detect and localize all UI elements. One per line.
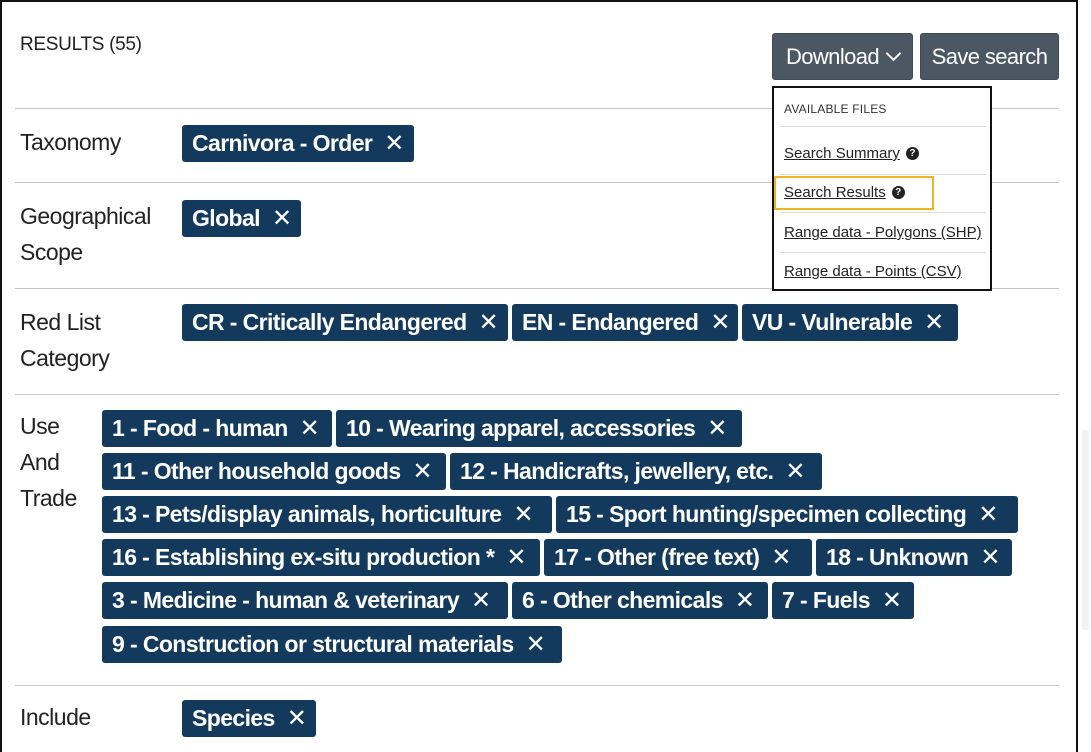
chip-label: EN - Endangered bbox=[522, 309, 699, 335]
close-icon[interactable]: ✕ bbox=[924, 310, 944, 335]
close-icon[interactable]: ✕ bbox=[771, 545, 791, 570]
close-icon[interactable]: ✕ bbox=[526, 632, 546, 657]
use-label-line1: Use bbox=[20, 413, 60, 439]
close-icon[interactable]: ✕ bbox=[513, 502, 533, 527]
taxonomy-label: Taxonomy bbox=[20, 129, 121, 155]
divider bbox=[780, 212, 986, 213]
close-icon[interactable]: ✕ bbox=[287, 706, 307, 731]
divider bbox=[780, 126, 986, 127]
close-icon[interactable]: ✕ bbox=[300, 416, 320, 441]
filter-chip[interactable]: 17 - Other (free text) ✕ bbox=[544, 539, 812, 576]
include-label: Include bbox=[20, 704, 91, 730]
dropdown-header: AVAILABLE FILES bbox=[784, 102, 887, 116]
chip-label: 6 - Other chemicals bbox=[522, 587, 723, 613]
results-panel: RESULTS (55) Download Save search Taxono… bbox=[0, 0, 1078, 752]
use-label-line2: And bbox=[20, 449, 60, 475]
filter-chip[interactable]: 7 - Fuels ✕ bbox=[772, 582, 914, 619]
menu-item-label: Search Summary bbox=[784, 145, 900, 162]
chip-label: 1 - Food - human bbox=[112, 415, 288, 441]
close-icon[interactable]: ✕ bbox=[384, 131, 404, 156]
chip-label: 12 - Handicrafts, jewellery, etc. bbox=[460, 458, 774, 484]
save-search-button[interactable]: Save search bbox=[920, 33, 1059, 80]
close-icon[interactable]: ✕ bbox=[272, 206, 292, 231]
chip-label: Species bbox=[192, 705, 275, 731]
filter-chip[interactable]: Global ✕ bbox=[182, 200, 302, 237]
menu-item-search-results[interactable]: Search Results? bbox=[784, 184, 905, 201]
chip-label: 16 - Establishing ex-situ production * bbox=[112, 544, 495, 570]
chip-label: 17 - Other (free text) bbox=[554, 544, 760, 570]
filter-chip[interactable]: CR - Critically Endangered ✕ bbox=[182, 304, 508, 341]
filter-chip[interactable]: 3 - Medicine - human & veterinary ✕ bbox=[102, 582, 508, 619]
chip-label: 3 - Medicine - human & veterinary bbox=[112, 587, 460, 613]
close-icon[interactable]: ✕ bbox=[413, 459, 433, 484]
close-icon[interactable]: ✕ bbox=[506, 545, 526, 570]
chip-label: 10 - Wearing apparel, accessories bbox=[346, 415, 696, 441]
use-label-line3: Trade bbox=[20, 485, 77, 511]
chip-label: VU - Vulnerable bbox=[752, 309, 913, 335]
divider bbox=[780, 252, 986, 253]
redlist-label-line1: Red List bbox=[20, 309, 101, 335]
chip-label: 7 - Fuels bbox=[782, 587, 871, 613]
filter-chip[interactable]: 9 - Construction or structural materials… bbox=[102, 626, 562, 663]
filter-chip[interactable]: 11 - Other household goods ✕ bbox=[102, 453, 446, 490]
help-icon[interactable]: ? bbox=[891, 186, 905, 199]
filter-chip[interactable]: 13 - Pets/display animals, horticulture … bbox=[102, 496, 552, 533]
close-icon[interactable]: ✕ bbox=[479, 310, 499, 335]
scrollbar[interactable] bbox=[1080, 0, 1091, 752]
filter-chip[interactable]: 15 - Sport hunting/specimen collecting ✕ bbox=[556, 496, 1018, 533]
chip-label: Global bbox=[192, 205, 261, 231]
download-button[interactable]: Download bbox=[772, 33, 913, 80]
close-icon[interactable]: ✕ bbox=[735, 588, 755, 613]
close-icon[interactable]: ✕ bbox=[785, 459, 805, 484]
menu-item-search-summary[interactable]: Search Summary? bbox=[784, 145, 919, 162]
chip-label: 9 - Construction or structural materials bbox=[112, 631, 514, 657]
divider bbox=[780, 174, 986, 175]
help-icon[interactable]: ? bbox=[905, 147, 919, 160]
chip-label: 15 - Sport hunting/specimen collecting bbox=[566, 501, 967, 527]
menu-item-label: Search Results bbox=[784, 184, 886, 201]
close-icon[interactable]: ✕ bbox=[710, 310, 730, 335]
scrollbar-thumb[interactable] bbox=[1082, 430, 1089, 630]
close-icon[interactable]: ✕ bbox=[978, 502, 998, 527]
geo-label-line1: Geographical bbox=[20, 203, 151, 229]
filter-chip[interactable]: Carnivora - Order ✕ bbox=[182, 125, 414, 162]
filter-chip[interactable]: 1 - Food - human ✕ bbox=[102, 410, 332, 447]
close-icon[interactable]: ✕ bbox=[980, 545, 1000, 570]
filter-chip[interactable]: Species ✕ bbox=[182, 700, 317, 737]
close-icon[interactable]: ✕ bbox=[707, 416, 727, 441]
results-count-title: RESULTS (55) bbox=[20, 34, 142, 55]
chevron-down-icon bbox=[885, 45, 902, 62]
filter-chip[interactable]: VU - Vulnerable ✕ bbox=[742, 304, 958, 341]
filter-chip[interactable]: 16 - Establishing ex-situ production * ✕ bbox=[102, 539, 540, 576]
filter-chip[interactable]: 6 - Other chemicals ✕ bbox=[512, 582, 768, 619]
close-icon[interactable]: ✕ bbox=[471, 588, 491, 613]
download-button-label: Download bbox=[785, 43, 880, 69]
chip-label: CR - Critically Endangered bbox=[192, 309, 467, 335]
divider bbox=[15, 685, 1059, 686]
download-dropdown-menu: AVAILABLE FILES Search Summary? Search R… bbox=[772, 86, 992, 291]
filter-chip[interactable]: 18 - Unknown ✕ bbox=[816, 539, 1012, 576]
filter-chip[interactable]: EN - Endangered ✕ bbox=[512, 304, 738, 341]
menu-item-label: Range data - Points (CSV) bbox=[784, 263, 962, 280]
chip-label: 13 - Pets/display animals, horticulture bbox=[112, 501, 502, 527]
menu-item-label: Range data - Polygons (SHP) bbox=[784, 224, 982, 241]
chip-label: Carnivora - Order bbox=[192, 130, 373, 156]
close-icon[interactable]: ✕ bbox=[882, 588, 902, 613]
divider bbox=[15, 394, 1059, 395]
chip-label: 11 - Other household goods bbox=[112, 458, 401, 484]
chip-label: 18 - Unknown bbox=[826, 544, 969, 570]
menu-item-range-polygons[interactable]: Range data - Polygons (SHP) bbox=[784, 224, 982, 241]
menu-item-range-points[interactable]: Range data - Points (CSV) bbox=[784, 263, 962, 280]
geo-label-line2: Scope bbox=[20, 239, 83, 265]
redlist-label-line2: Category bbox=[20, 345, 110, 371]
save-search-label: Save search bbox=[931, 43, 1048, 69]
filter-chip[interactable]: 12 - Handicrafts, jewellery, etc. ✕ bbox=[450, 453, 822, 490]
filter-chip[interactable]: 10 - Wearing apparel, accessories ✕ bbox=[336, 410, 742, 447]
